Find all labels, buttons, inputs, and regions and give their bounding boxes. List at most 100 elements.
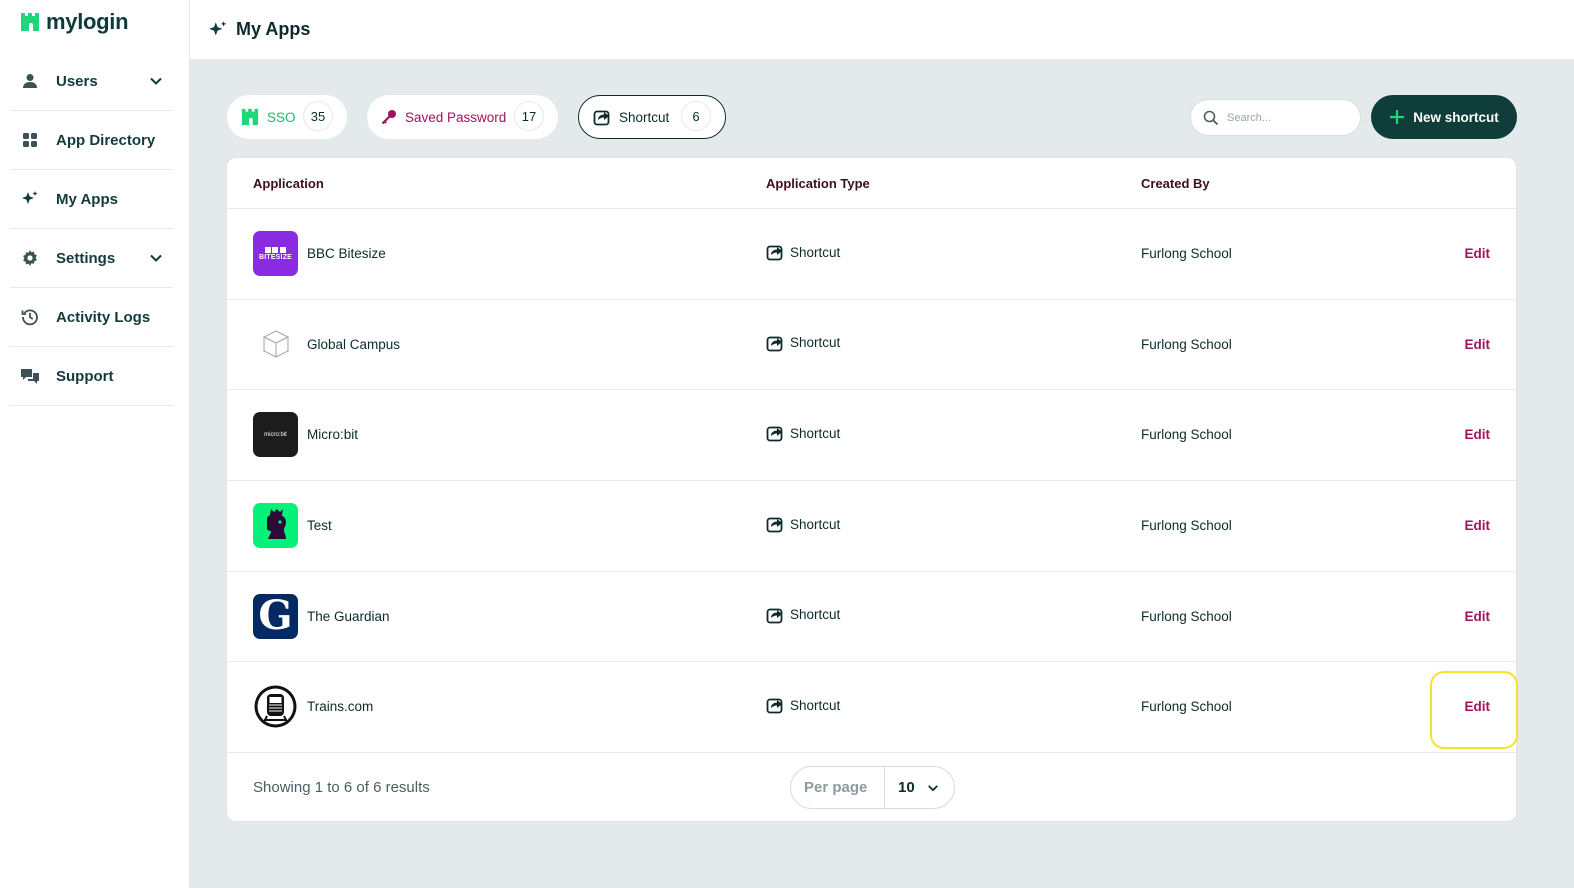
tab-label: Shortcut bbox=[619, 109, 670, 125]
app-type-cell: Shortcut bbox=[766, 696, 840, 714]
sparkles-icon bbox=[209, 20, 227, 36]
plus-icon bbox=[1390, 110, 1405, 124]
share-icon bbox=[766, 426, 783, 442]
table-row: BITESIZE BBC Bitesize Shortcut Furlong S… bbox=[227, 209, 1516, 300]
microbit-logo-text: micro:bit bbox=[264, 431, 287, 438]
grid-icon bbox=[20, 130, 40, 150]
guardian-logo-text: G bbox=[258, 593, 293, 639]
tab-count-badge: 17 bbox=[514, 101, 544, 131]
tab-sso[interactable]: SSO 35 bbox=[227, 95, 347, 139]
created-by: Furlong School bbox=[1141, 336, 1232, 352]
app-type-label: Shortcut bbox=[790, 335, 841, 351]
page-header: My Apps bbox=[190, 0, 1574, 59]
sidebar-item-label: App Directory bbox=[56, 131, 156, 149]
chevron-down-icon[interactable] bbox=[149, 74, 163, 88]
search-box[interactable] bbox=[1190, 99, 1361, 136]
user-icon bbox=[20, 71, 40, 91]
created-by: Furlong School bbox=[1141, 427, 1232, 443]
app-type-cell: Shortcut bbox=[766, 243, 840, 261]
app-type-label: Shortcut bbox=[790, 697, 841, 713]
table-row: G The Guardian Shortcut Furlong School E… bbox=[227, 572, 1516, 663]
share-icon bbox=[593, 110, 610, 126]
app-type-label: Shortcut bbox=[790, 244, 841, 260]
column-header-application: Application bbox=[253, 176, 324, 191]
train-logo bbox=[253, 684, 298, 730]
app-name: Micro:bit bbox=[307, 427, 359, 443]
sidebar-item-label: Support bbox=[56, 367, 114, 385]
sidebar-item-users[interactable]: Users bbox=[10, 52, 173, 111]
app-type-cell: Shortcut bbox=[766, 424, 840, 442]
edit-link[interactable]: Edit bbox=[1465, 337, 1491, 352]
table-header: Application Application Type Created By bbox=[227, 158, 1516, 209]
share-icon bbox=[766, 517, 783, 533]
column-header-created-by: Created By bbox=[1141, 176, 1210, 191]
table-row: Trains.com Shortcut Furlong School Edit bbox=[227, 662, 1516, 754]
tab-count-badge: 6 bbox=[681, 101, 711, 131]
results-summary: Showing 1 to 6 of 6 results bbox=[253, 779, 430, 797]
per-page-selector[interactable]: Per page 10 bbox=[790, 766, 955, 810]
page-title: My Apps bbox=[236, 19, 311, 39]
sidebar-item-label: Activity Logs bbox=[56, 308, 151, 326]
created-by: Furlong School bbox=[1141, 608, 1232, 624]
created-by: Furlong School bbox=[1141, 518, 1232, 534]
edit-link[interactable]: Edit bbox=[1465, 518, 1491, 533]
sidebar-item-label: My Apps bbox=[56, 190, 118, 208]
app-type-cell: Shortcut bbox=[766, 606, 840, 624]
app-type-label: Shortcut bbox=[790, 425, 841, 441]
share-icon bbox=[766, 699, 783, 714]
search-input[interactable] bbox=[1227, 111, 1347, 124]
tab-shortcut[interactable]: Shortcut 6 bbox=[578, 95, 726, 139]
sidebar-item-my-apps[interactable]: My Apps bbox=[10, 170, 173, 229]
key-icon bbox=[381, 110, 396, 125]
per-page-label: Per page bbox=[791, 767, 885, 809]
sidebar-item-label: Settings bbox=[56, 249, 116, 267]
app-name: Test bbox=[307, 518, 332, 534]
share-icon bbox=[766, 336, 783, 352]
brand-logo[interactable]: mylogin bbox=[20, 9, 129, 35]
chat-bubbles-icon bbox=[20, 366, 40, 386]
created-by: Furlong School bbox=[1141, 246, 1232, 261]
chevron-down-icon[interactable] bbox=[149, 251, 163, 265]
edit-link[interactable]: Edit bbox=[1465, 427, 1491, 442]
castle-icon bbox=[21, 13, 39, 31]
sidebar-item-settings[interactable]: Settings bbox=[10, 229, 173, 288]
sidebar-nav: Users App Directory My Apps Settings Act… bbox=[10, 52, 173, 406]
tab-label: SSO bbox=[267, 109, 296, 125]
tab-label: Saved Password bbox=[405, 109, 507, 125]
share-icon bbox=[766, 245, 783, 261]
column-header-application-type: Application Type bbox=[766, 176, 870, 191]
microbit-logo: micro:bit bbox=[253, 412, 298, 458]
sparkles-icon bbox=[20, 189, 40, 209]
history-icon bbox=[20, 307, 40, 327]
sidebar-item-activity-logs[interactable]: Activity Logs bbox=[10, 288, 173, 347]
new-shortcut-label: New shortcut bbox=[1413, 109, 1499, 125]
edit-link[interactable]: Edit bbox=[1465, 609, 1491, 624]
sidebar-item-support[interactable]: Support bbox=[10, 347, 173, 406]
chevron-down-icon[interactable] bbox=[927, 782, 939, 794]
edit-link[interactable]: Edit bbox=[1465, 699, 1491, 714]
sidebar-item-app-directory[interactable]: App Directory bbox=[10, 111, 173, 170]
share-icon bbox=[766, 608, 783, 624]
new-shortcut-button[interactable]: New shortcut bbox=[1371, 95, 1517, 139]
app-name: The Guardian bbox=[307, 608, 390, 624]
created-by: Furlong School bbox=[1141, 699, 1232, 715]
per-page-value[interactable]: 10 bbox=[898, 779, 915, 796]
bbc-logo-text: BITESIZE bbox=[258, 253, 293, 261]
search-icon bbox=[1203, 110, 1219, 125]
table-row: micro:bit Micro:bit Shortcut Furlong Sch… bbox=[227, 390, 1516, 482]
app-type-label: Shortcut bbox=[790, 607, 841, 623]
tab-count-badge: 35 bbox=[303, 101, 333, 131]
app-name: Global Campus bbox=[307, 336, 401, 352]
cube-outline-logo bbox=[253, 321, 298, 367]
app-type-label: Shortcut bbox=[790, 516, 841, 532]
table-row: Global Campus Shortcut Furlong School Ed… bbox=[227, 300, 1516, 391]
apps-table: Application Application Type Created By … bbox=[226, 157, 1517, 822]
tab-saved-password[interactable]: Saved Password 17 bbox=[367, 95, 558, 139]
app-type-cell: Shortcut bbox=[766, 334, 840, 352]
guardian-logo: G bbox=[253, 593, 298, 639]
castle-icon bbox=[241, 108, 259, 126]
sidebar: mylogin Users App Directory My Apps Sett… bbox=[0, 0, 190, 888]
sidebar-item-label: Users bbox=[56, 72, 98, 90]
edit-link[interactable]: Edit bbox=[1465, 246, 1491, 261]
app-name: BBC Bitesize bbox=[307, 246, 386, 261]
